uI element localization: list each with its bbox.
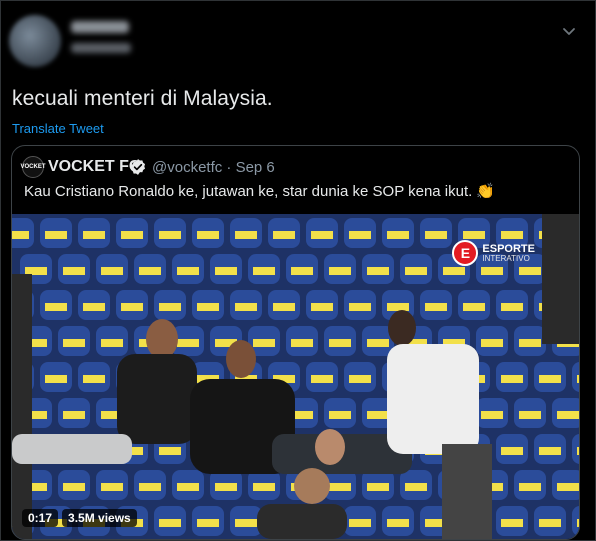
quoted-author-avatar[interactable]: VOCKET (21, 156, 46, 178)
quoted-tweet[interactable]: VOCKET VOCKET FC @vocketfc · Sep 6 Kau C… (11, 145, 580, 540)
blurred-author-handle[interactable] (71, 43, 131, 53)
esporte-interativo-watermark: E ESPORTE INTERATIVO (452, 240, 535, 266)
esporte-logo-icon: E (452, 240, 479, 266)
chevron-down-icon[interactable] (561, 23, 577, 39)
quoted-handle-date[interactable]: @vocketfc · Sep 6 (152, 159, 275, 176)
tweet-text: kecuali menteri di Malaysia. (12, 87, 273, 110)
blurred-author-name[interactable] (71, 21, 129, 33)
tweet-container: kecuali menteri di Malaysia. Translate T… (0, 0, 596, 541)
verified-badge-icon (130, 159, 146, 175)
watermark-sub-text: INTERATIVO (482, 253, 530, 263)
watermark-main-text: ESPORTE (482, 242, 535, 255)
video-player[interactable]: E ESPORTE INTERATIVO 0:17 3.5M views (12, 214, 579, 539)
quoted-text-body: Kau Cristiano Ronaldo ke, jutawan ke, st… (24, 183, 473, 200)
quoted-author-name[interactable]: VOCKET FC (48, 158, 140, 176)
avatar[interactable] (9, 15, 61, 67)
video-duration: 0:17 (22, 509, 59, 527)
translate-tweet-link[interactable]: Translate Tweet (12, 121, 104, 136)
clapping-hands-emoji: 👏 (476, 183, 495, 200)
video-views: 3.5M views (62, 509, 137, 527)
video-stats: 0:17 3.5M views (22, 509, 137, 527)
quoted-tweet-text: Kau Cristiano Ronaldo ke, jutawan ke, st… (24, 182, 495, 200)
